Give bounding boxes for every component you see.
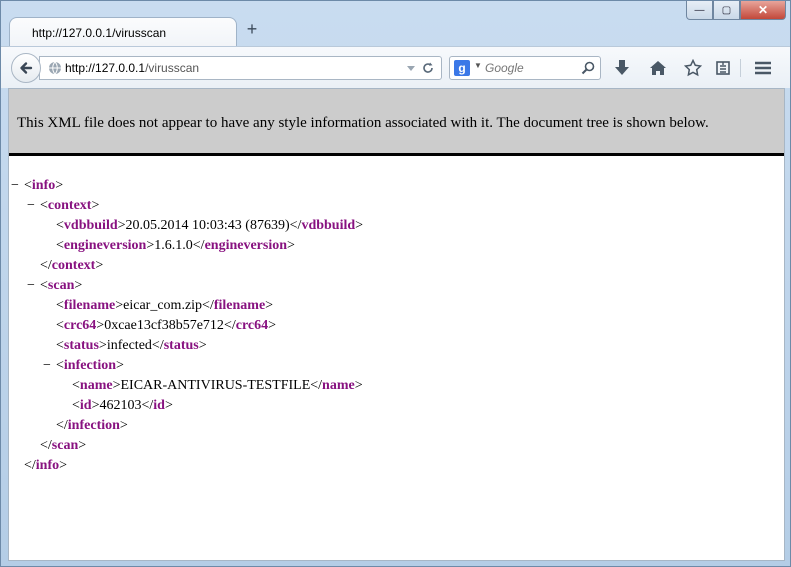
xml-node-context-close: </context>: [40, 258, 104, 273]
xml-node-infection-close: </infection>: [56, 418, 128, 433]
url-path: /virusscan: [145, 61, 200, 75]
url-host: http://127.0.0.1: [65, 61, 146, 75]
close-button[interactable]: ✕: [740, 1, 786, 20]
minimize-button[interactable]: —: [686, 1, 713, 20]
back-button[interactable]: [11, 53, 41, 83]
bookmark-star-icon[interactable]: [683, 58, 703, 78]
home-icon[interactable]: [648, 58, 668, 78]
url-text: http://127.0.0.1/virusscan: [65, 61, 199, 75]
xml-node-name: <name>EICAR-ANTIVIRUS-TESTFILE</name>: [72, 378, 363, 393]
minimize-icon: —: [694, 4, 705, 16]
history-dropdown-icon[interactable]: [405, 62, 417, 74]
toolbar-separator: [740, 59, 741, 77]
title-bar: http://127.0.0.1/virusscan + — ▢ ✕: [1, 1, 790, 47]
download-icon[interactable]: [612, 58, 632, 78]
xml-node-engineversion: <engineversion>1.6.1.0</engineversion>: [56, 238, 295, 253]
xml-node-scan-open: − <scan>: [27, 276, 82, 296]
xml-info-message: This XML file does not appear to have an…: [17, 115, 709, 131]
engine-dropdown-icon[interactable]: ▼: [474, 61, 482, 70]
xml-node-id: <id>462103</id>: [72, 398, 173, 413]
navigation-toolbar: http://127.0.0.1/virusscan g ▼ Google: [1, 46, 790, 88]
xml-info-banner: This XML file does not appear to have an…: [9, 89, 784, 156]
google-engine-icon[interactable]: g: [454, 60, 470, 76]
back-arrow-icon: [20, 62, 33, 74]
xml-node-context-open: − <context>: [27, 196, 99, 216]
xml-node-infection-open: − <infection>: [43, 356, 124, 376]
globe-icon: [49, 61, 61, 75]
search-placeholder: Google: [485, 61, 524, 75]
browser-window: http://127.0.0.1/virusscan + — ▢ ✕ http:…: [0, 0, 791, 567]
xml-node-vdbbuild: <vdbbuild>20.05.2014 10:03:43 (87639)</v…: [56, 218, 364, 233]
maximize-icon: ▢: [721, 4, 732, 16]
tab-virusscan[interactable]: http://127.0.0.1/virusscan: [9, 17, 237, 47]
xml-node-info-open: − <info>: [11, 176, 63, 196]
collapse-toggle[interactable]: −: [11, 176, 24, 196]
search-bar[interactable]: g ▼ Google: [449, 56, 601, 80]
hamburger-menu-icon[interactable]: [753, 58, 773, 78]
xml-node-scan-close: </scan>: [40, 438, 87, 453]
xml-node-filename: <filename>eicar_com.zip</filename>: [56, 298, 274, 313]
collapse-toggle[interactable]: −: [43, 356, 56, 376]
collapse-toggle[interactable]: −: [27, 276, 40, 296]
reading-list-icon[interactable]: [713, 58, 733, 78]
xml-node-crc64: <crc64>0xcae13cf38b57e712</crc64>: [56, 318, 277, 333]
maximize-button[interactable]: ▢: [713, 1, 740, 20]
new-tab-button[interactable]: +: [244, 20, 260, 38]
page-content: This XML file does not appear to have an…: [8, 88, 785, 561]
close-icon: ✕: [757, 3, 769, 17]
search-icon[interactable]: [581, 61, 595, 75]
xml-node-info-close: </info>: [24, 458, 68, 473]
address-bar[interactable]: http://127.0.0.1/virusscan: [39, 56, 442, 80]
tab-title: http://127.0.0.1/virusscan: [32, 26, 167, 40]
window-controls: — ▢ ✕: [686, 1, 786, 20]
collapse-toggle[interactable]: −: [27, 196, 40, 216]
reload-icon[interactable]: [421, 61, 435, 75]
xml-node-status: <status>infected</status>: [56, 338, 207, 353]
